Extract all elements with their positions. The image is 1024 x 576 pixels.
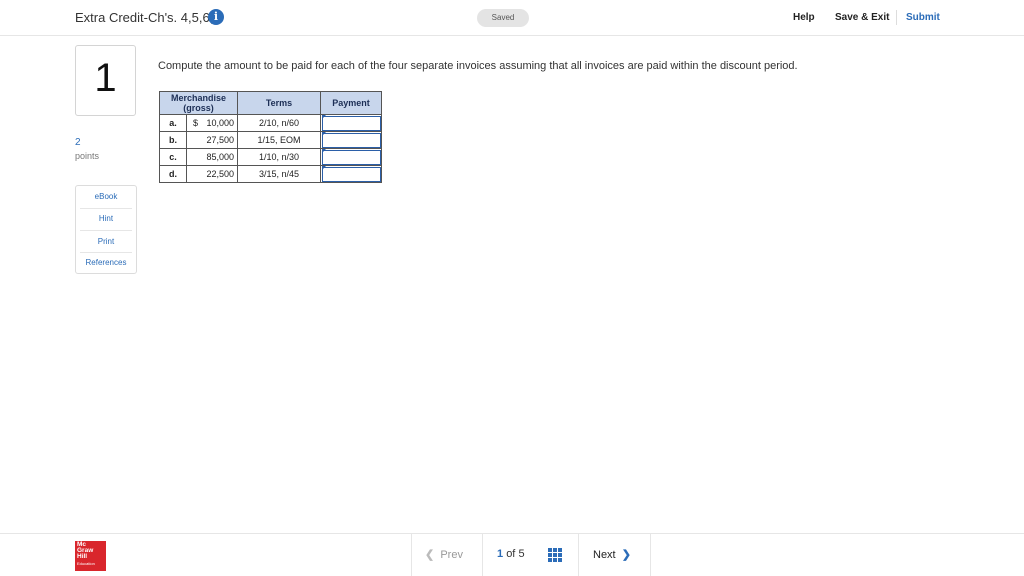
currency-symbol: $ (193, 118, 199, 128)
row-amount-cell: $10,000 (186, 114, 238, 132)
references-link[interactable]: References (76, 258, 136, 267)
payment-input-a[interactable] (321, 115, 381, 131)
nav-divider (411, 534, 412, 576)
table-row: a. $10,000 2/10, n/60 (159, 114, 382, 132)
row-amount-cell: 85,000 (186, 148, 238, 166)
tools-panel: eBook Hint Print References (75, 185, 137, 274)
row-amount-cell: 27,500 (186, 131, 238, 149)
header-merchandise: Merchandise (gross) (159, 91, 238, 115)
row-letter: a. (159, 114, 187, 132)
points-label: points (75, 151, 100, 161)
payment-cell (320, 114, 382, 132)
question-prompt: Compute the amount to be paid for each o… (158, 60, 798, 72)
top-header: Extra Credit-Ch's. 4,5,6,7 i Saved Help … (0, 0, 1024, 36)
chevron-left-icon: ❮ (425, 549, 435, 561)
header-terms: Terms (237, 91, 321, 115)
invoice-table: Merchandise (gross) Terms Payment a. $10… (159, 91, 382, 183)
row-terms: 2/10, n/60 (237, 114, 321, 132)
row-letter: b. (159, 131, 187, 149)
next-button[interactable]: Next ❯ (593, 548, 631, 561)
question-number: 1 (94, 56, 117, 100)
of-label: of (506, 548, 516, 560)
tools-divider (80, 208, 132, 209)
table-row: c. 85,000 1/10, n/30 (159, 148, 382, 166)
row-letter: c. (159, 148, 187, 166)
row-letter: d. (159, 165, 187, 183)
payment-cell (320, 148, 382, 166)
row-terms: 1/15, EOM (237, 131, 321, 149)
header-payment: Payment (320, 91, 382, 115)
row-amount: 22,500 (206, 169, 234, 179)
nav-divider (482, 534, 483, 576)
save-exit-link[interactable]: Save & Exit (835, 12, 889, 23)
answer-flag-icon (322, 115, 326, 119)
row-amount: 10,000 (206, 118, 234, 128)
prev-label: Prev (440, 549, 463, 561)
header-divider (896, 10, 897, 25)
nav-divider (578, 534, 579, 576)
payment-input-d[interactable] (321, 166, 381, 182)
payment-input-c[interactable] (321, 149, 381, 165)
info-icon[interactable]: i (208, 9, 224, 25)
next-label: Next (593, 549, 616, 561)
tools-divider (80, 230, 132, 231)
payment-cell (320, 165, 382, 183)
current-page: 1 (497, 548, 504, 560)
answer-flag-icon (322, 166, 326, 170)
total-pages: 5 (518, 548, 525, 560)
logo-line: Education (77, 560, 95, 566)
grid-icon[interactable] (548, 548, 562, 562)
prev-button[interactable]: ❮ Prev (425, 548, 463, 561)
table-row: b. 27,500 1/15, EOM (159, 131, 382, 149)
submit-link[interactable]: Submit (906, 12, 940, 23)
print-link[interactable]: Print (76, 237, 136, 246)
table-row: d. 22,500 3/15, n/45 (159, 165, 382, 183)
mcgraw-hill-logo: Mc Graw Hill Education (75, 541, 106, 571)
row-amount: 27,500 (206, 135, 234, 145)
question-number-box: 1 (75, 45, 136, 116)
saved-status-badge: Saved (477, 9, 529, 27)
assignment-title: Extra Credit-Ch's. 4,5,6,7 (75, 10, 221, 25)
payment-input-b[interactable] (321, 132, 381, 148)
table-header-row: Merchandise (gross) Terms Payment (159, 91, 382, 115)
nav-divider (650, 534, 651, 576)
answer-flag-icon (322, 132, 326, 136)
bottom-nav-bar: Mc Graw Hill Education ❮ Prev 1 of 5 Nex… (0, 533, 1024, 576)
page-indicator[interactable]: 1 of 5 (497, 548, 525, 560)
chevron-right-icon: ❯ (621, 549, 631, 561)
tools-divider (80, 252, 132, 253)
row-terms: 1/10, n/30 (237, 148, 321, 166)
ebook-link[interactable]: eBook (76, 192, 136, 201)
help-link[interactable]: Help (793, 12, 815, 23)
answer-flag-icon (322, 149, 326, 153)
payment-cell (320, 131, 382, 149)
row-amount: 85,000 (206, 152, 234, 162)
row-terms: 3/15, n/45 (237, 165, 321, 183)
points-value: 2 (75, 137, 81, 148)
hint-link[interactable]: Hint (76, 214, 136, 223)
row-amount-cell: 22,500 (186, 165, 238, 183)
